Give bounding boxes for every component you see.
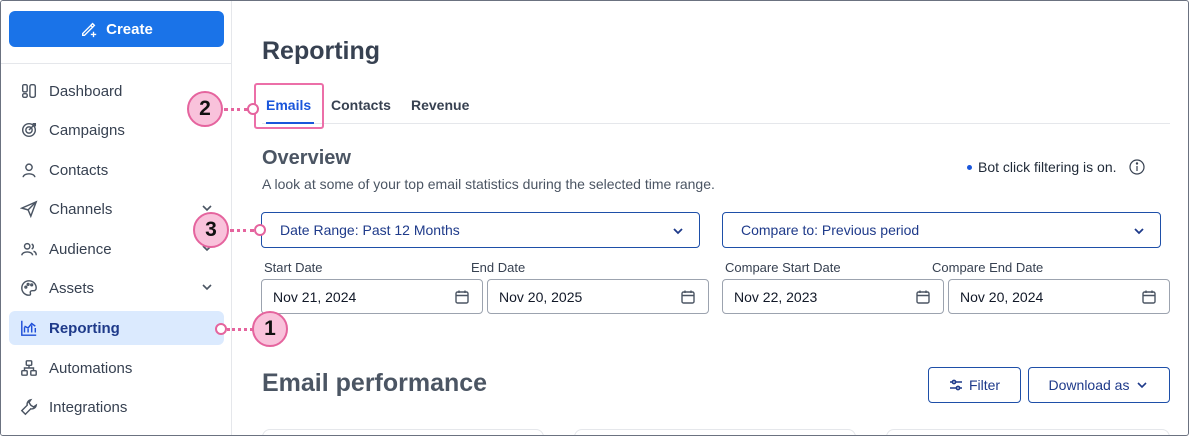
callout-2: 2 bbox=[187, 91, 223, 127]
sidebar-item-contacts[interactable]: Contacts bbox=[9, 153, 224, 187]
compare-start-date-input[interactable]: Nov 22, 2023 bbox=[722, 279, 944, 314]
tab-revenue[interactable]: Revenue bbox=[411, 97, 469, 113]
calendar-icon[interactable] bbox=[1141, 289, 1157, 305]
end-date-label: End Date bbox=[471, 260, 526, 275]
sidebar-item-label: Integrations bbox=[49, 398, 128, 416]
callout-connector bbox=[230, 229, 254, 232]
chevron-down-icon bbox=[671, 224, 685, 238]
dashboard-icon bbox=[19, 81, 39, 101]
tab-contacts[interactable]: Contacts bbox=[331, 97, 391, 113]
calendar-icon[interactable] bbox=[680, 289, 696, 305]
sidebar-item-label: Reporting bbox=[49, 319, 120, 337]
create-button[interactable]: Create bbox=[9, 11, 224, 47]
tab-bar: Emails Contacts Revenue bbox=[254, 83, 1170, 129]
calendar-icon[interactable] bbox=[915, 289, 931, 305]
tab-highlight-box bbox=[254, 83, 324, 129]
calendar-icon[interactable] bbox=[454, 289, 470, 305]
compare-to-select[interactable]: Compare to: Previous period bbox=[722, 212, 1161, 248]
people-icon bbox=[19, 239, 39, 259]
sidebar-item-label: Automations bbox=[49, 359, 133, 377]
compare-start-date-value: Nov 22, 2023 bbox=[734, 288, 818, 305]
bot-filter-text: Bot click filtering is on. bbox=[978, 159, 1117, 175]
end-date-value: Nov 20, 2025 bbox=[499, 288, 583, 305]
sidebar-item-assets[interactable]: Assets bbox=[9, 271, 224, 305]
start-date-input[interactable]: Nov 21, 2024 bbox=[261, 279, 483, 314]
callout-1: 1 bbox=[252, 311, 288, 347]
end-date-input[interactable]: Nov 20, 2025 bbox=[487, 279, 709, 314]
hierarchy-icon bbox=[19, 358, 39, 378]
bot-filter-status: Bot click filtering is on. bbox=[967, 159, 1145, 175]
download-as-button[interactable]: Download as bbox=[1028, 367, 1170, 403]
callout-anchor bbox=[247, 103, 259, 115]
chevron-down-icon bbox=[1137, 382, 1148, 389]
download-label: Download as bbox=[1048, 377, 1130, 393]
compare-to-label: Compare to: Previous period bbox=[741, 222, 920, 238]
email-performance-title: Email performance bbox=[262, 369, 488, 397]
sidebar-item-label: Contacts bbox=[49, 161, 109, 179]
create-label: Create bbox=[106, 20, 153, 38]
start-date-label: Start Date bbox=[264, 260, 323, 275]
palette-icon bbox=[19, 278, 39, 298]
overview-subtitle: A look at some of your top email statist… bbox=[262, 176, 715, 192]
app-frame: Create Dashboard Campaigns Contacts Chan… bbox=[0, 0, 1189, 436]
callout-connector bbox=[224, 108, 248, 111]
sidebar-item-channels[interactable]: Channels bbox=[9, 192, 224, 226]
chevron-down-icon[interactable] bbox=[200, 280, 214, 294]
target-icon bbox=[19, 120, 39, 140]
callout-anchor bbox=[215, 323, 227, 335]
sidebar-item-automations[interactable]: Automations bbox=[9, 351, 224, 385]
sidebar-item-label: Assets bbox=[49, 279, 95, 297]
sidebar-item-reporting[interactable]: Reporting bbox=[9, 311, 224, 345]
main-content: Reporting Emails Contacts Revenue Overvi… bbox=[232, 1, 1188, 435]
sidebar-item-integrations[interactable]: Integrations bbox=[9, 390, 224, 424]
stat-card bbox=[574, 429, 856, 435]
overview-title: Overview bbox=[262, 147, 351, 169]
filter-label: Filter bbox=[968, 377, 1001, 393]
filter-button[interactable]: Filter bbox=[928, 367, 1021, 403]
callout-connector bbox=[227, 328, 253, 331]
chevron-down-icon bbox=[1132, 224, 1146, 238]
sidebar-item-label: Channels bbox=[49, 200, 113, 218]
compare-end-date-label: Compare End Date bbox=[932, 260, 1044, 275]
compare-end-date-value: Nov 20, 2024 bbox=[960, 288, 1044, 305]
sidebar-divider bbox=[1, 63, 232, 64]
page-title: Reporting bbox=[262, 37, 381, 65]
send-icon bbox=[19, 199, 39, 219]
wrench-icon bbox=[19, 397, 39, 417]
callout-anchor bbox=[254, 224, 266, 236]
sidebar-item-audience[interactable]: Audience bbox=[9, 232, 224, 266]
sliders-icon bbox=[949, 379, 962, 391]
pencil-plus-icon bbox=[82, 22, 97, 38]
person-icon bbox=[19, 160, 39, 180]
info-icon[interactable] bbox=[1128, 159, 1145, 175]
stat-card bbox=[262, 429, 544, 435]
callout-3: 3 bbox=[193, 212, 229, 248]
chart-icon bbox=[19, 318, 39, 338]
start-date-value: Nov 21, 2024 bbox=[273, 288, 357, 305]
date-range-select[interactable]: Date Range: Past 12 Months bbox=[261, 212, 700, 248]
compare-end-date-input[interactable]: Nov 20, 2024 bbox=[948, 279, 1170, 314]
sidebar-item-label: Audience bbox=[49, 240, 112, 258]
compare-start-date-label: Compare Start Date bbox=[725, 260, 841, 275]
sidebar-item-label: Campaigns bbox=[49, 121, 125, 139]
sidebar-item-label: Dashboard bbox=[49, 82, 123, 100]
date-range-label: Date Range: Past 12 Months bbox=[280, 222, 460, 238]
stat-card bbox=[886, 429, 1170, 435]
status-dot bbox=[967, 164, 972, 170]
